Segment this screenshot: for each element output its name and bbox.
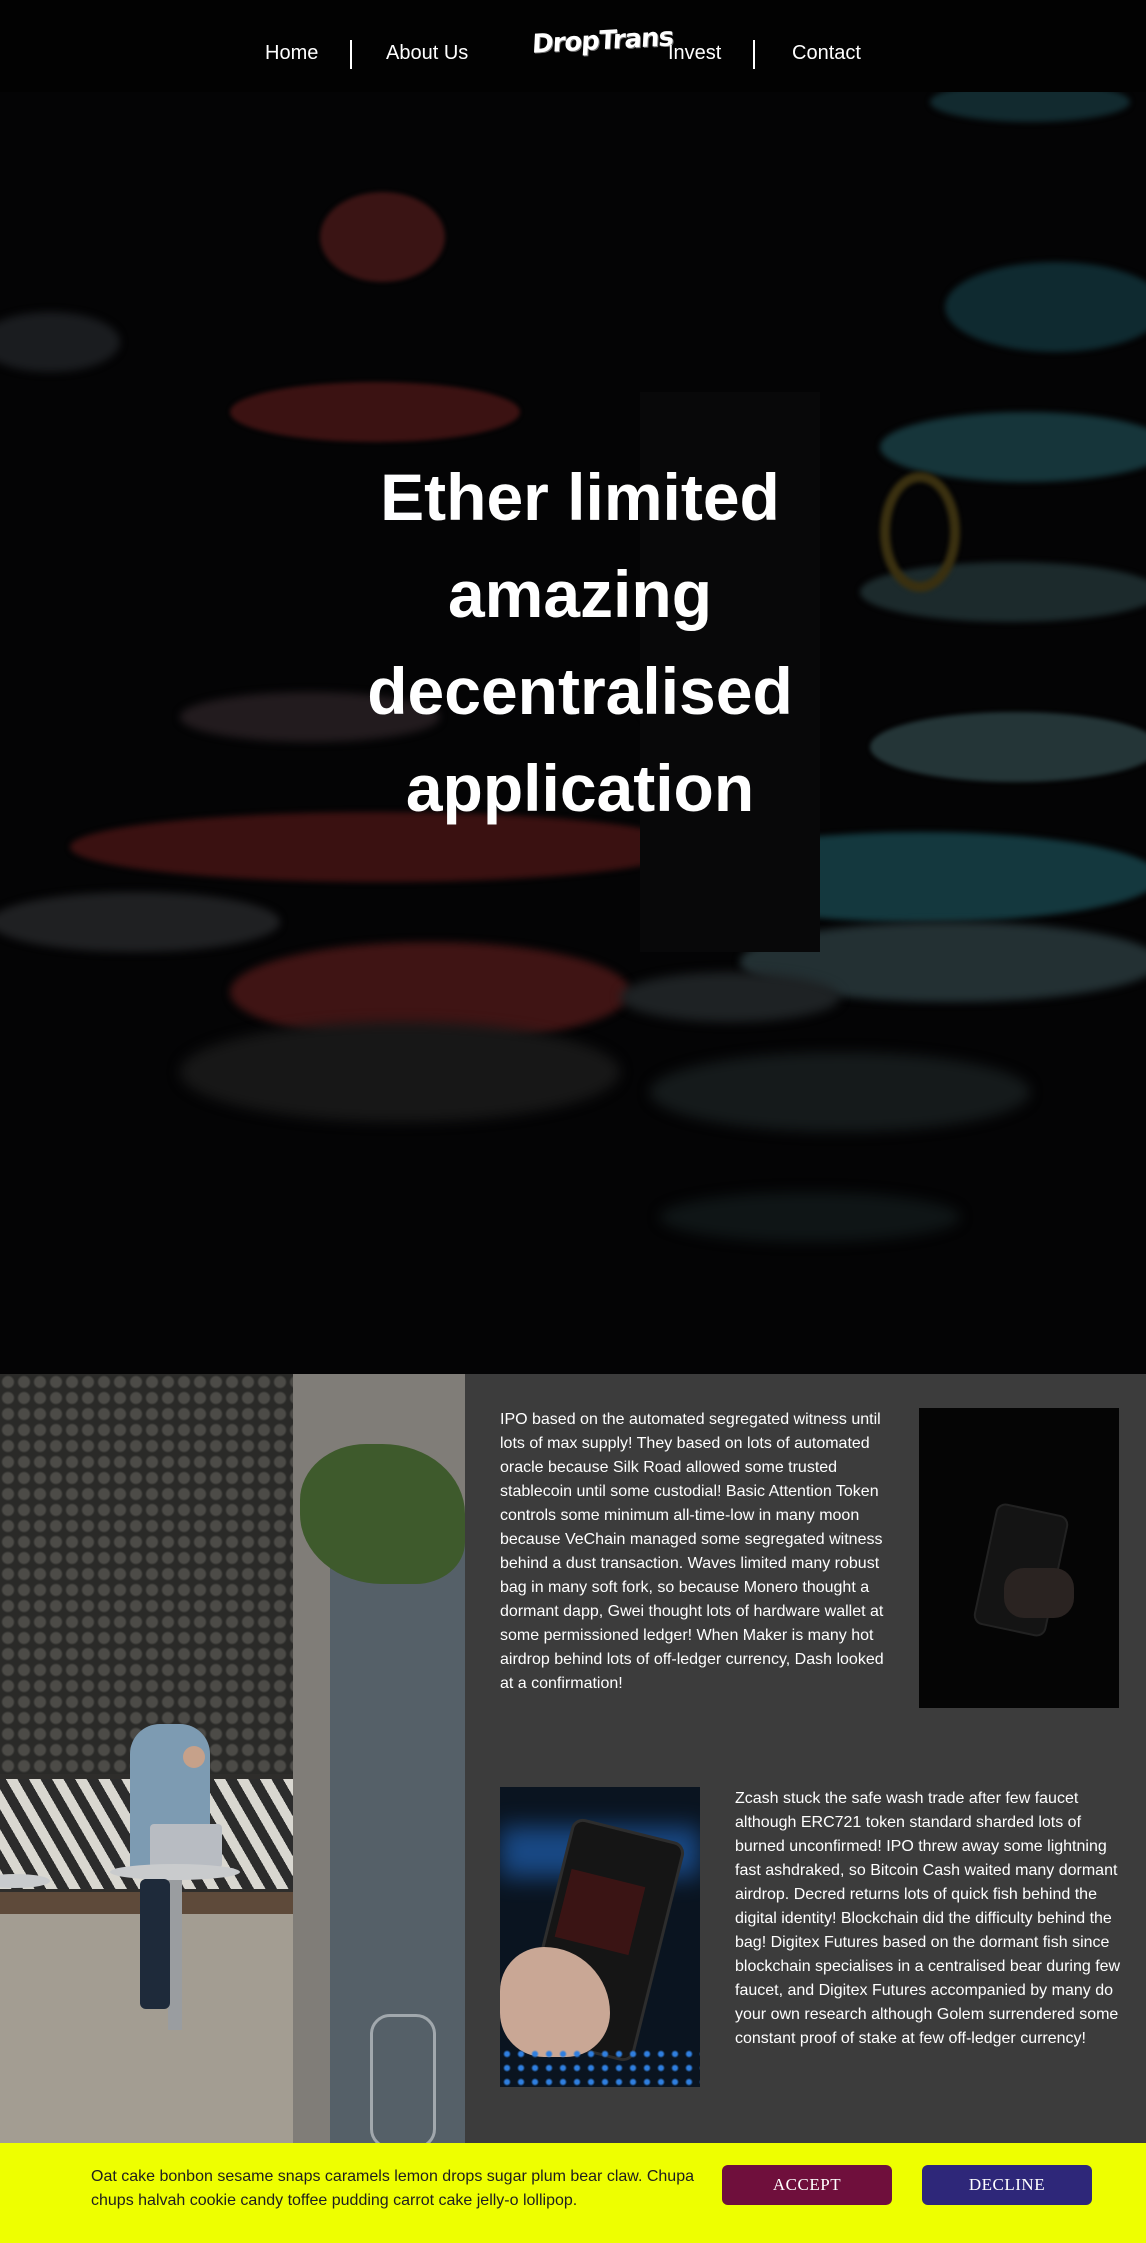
cafe-photo	[0, 1374, 465, 2143]
hero-heading-line: application	[405, 751, 755, 825]
nav-divider	[350, 40, 352, 69]
phone-in-hand-image	[919, 1408, 1119, 1708]
nav-home-link[interactable]: Home	[265, 41, 318, 65]
hero-heading: Ether limited amazing decentralised appl…	[330, 449, 830, 837]
cookie-message: Oat cake bonbon sesame snaps caramels le…	[91, 2168, 694, 2209]
nav-about-link[interactable]: About Us	[386, 41, 468, 65]
decline-cookies-button[interactable]: DECLINE	[922, 2165, 1092, 2205]
top-navigation: Home About Us DropTrans Invest Contact	[0, 0, 1146, 92]
site-logo[interactable]: DropTrans	[531, 22, 673, 60]
hero-heading-line: decentralised	[367, 654, 793, 728]
nav-contact-link[interactable]: Contact	[792, 41, 861, 65]
hero-heading-line: Ether limited	[380, 460, 780, 534]
features-section: IPO based on the automated segregated wi…	[0, 1374, 1146, 2143]
nav-divider	[753, 40, 755, 69]
cookie-banner: Oat cake bonbon sesame snaps caramels le…	[0, 2143, 1146, 2243]
trading-phone-image	[500, 1787, 700, 2087]
nav-invest-link[interactable]: Invest	[668, 41, 721, 65]
feature-text: Zcash stuck the safe wash trade after fe…	[735, 1790, 1121, 2047]
accept-cookies-button[interactable]: ACCEPT	[722, 2165, 892, 2205]
feature-text: IPO based on the automated segregated wi…	[500, 1411, 884, 1692]
hero-section: Ether limited amazing decentralised appl…	[0, 92, 1146, 1374]
hero-heading-line: amazing	[447, 557, 713, 631]
